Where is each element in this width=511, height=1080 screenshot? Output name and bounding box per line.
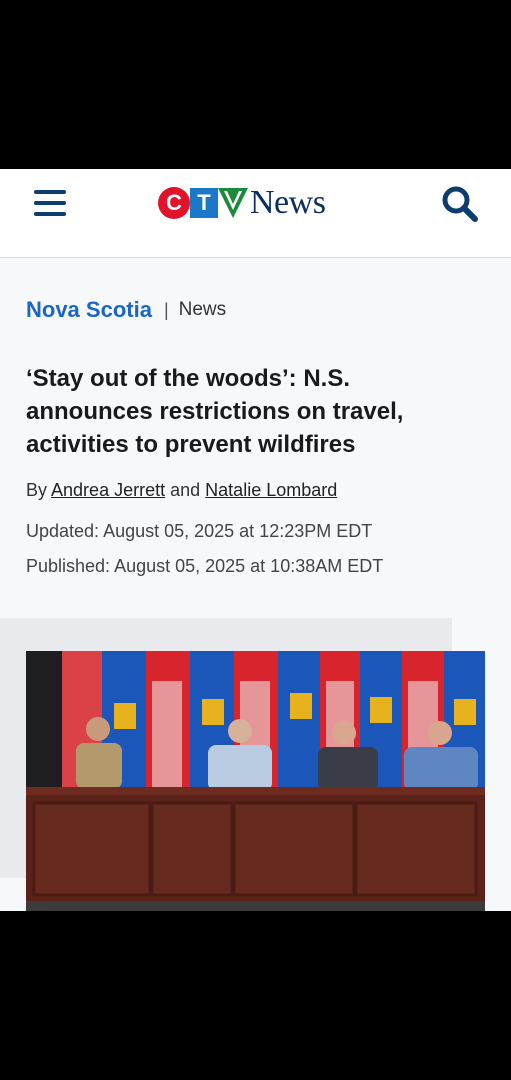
updated-timestamp: Updated: August 05, 2025 at 12:23PM EDT (26, 521, 373, 541)
byline-prefix: By (26, 480, 48, 500)
article-content: Nova Scotia | News ‘Stay out of the wood… (0, 258, 511, 911)
byline: By Andrea Jerrett and Natalie Lombard (26, 480, 337, 501)
article-photo[interactable] (26, 651, 485, 911)
published-timestamp: Published: August 05, 2025 at 10:38AM ED… (26, 556, 384, 576)
author-link-andrea-jerrett[interactable]: Andrea Jerrett (51, 480, 165, 500)
logo-letter-t: T (190, 188, 218, 218)
section-link-nova-scotia[interactable]: Nova Scotia (26, 297, 152, 323)
logo-letter-c: C (158, 187, 190, 219)
search-icon[interactable] (441, 185, 479, 223)
logo-news-text: News (250, 184, 326, 221)
breadcrumb: Nova Scotia | News (26, 296, 226, 324)
site-header: C T News (0, 169, 511, 258)
category-label[interactable]: News (179, 299, 227, 321)
byline-conjunction: and (170, 480, 201, 500)
ctv-news-logo[interactable]: C T News (158, 184, 326, 221)
article-title: ‘Stay out of the woods’: N.S. announces … (26, 365, 404, 458)
press-conference-image (26, 651, 485, 911)
author-link-natalie-lombard[interactable]: Natalie Lombard (205, 480, 337, 500)
logo-letter-v (218, 188, 248, 218)
app-screen: C T News Nova Scotia | News ‘Stay out of… (0, 169, 511, 911)
hamburger-menu-icon[interactable] (34, 188, 68, 218)
breadcrumb-separator: | (163, 299, 169, 320)
